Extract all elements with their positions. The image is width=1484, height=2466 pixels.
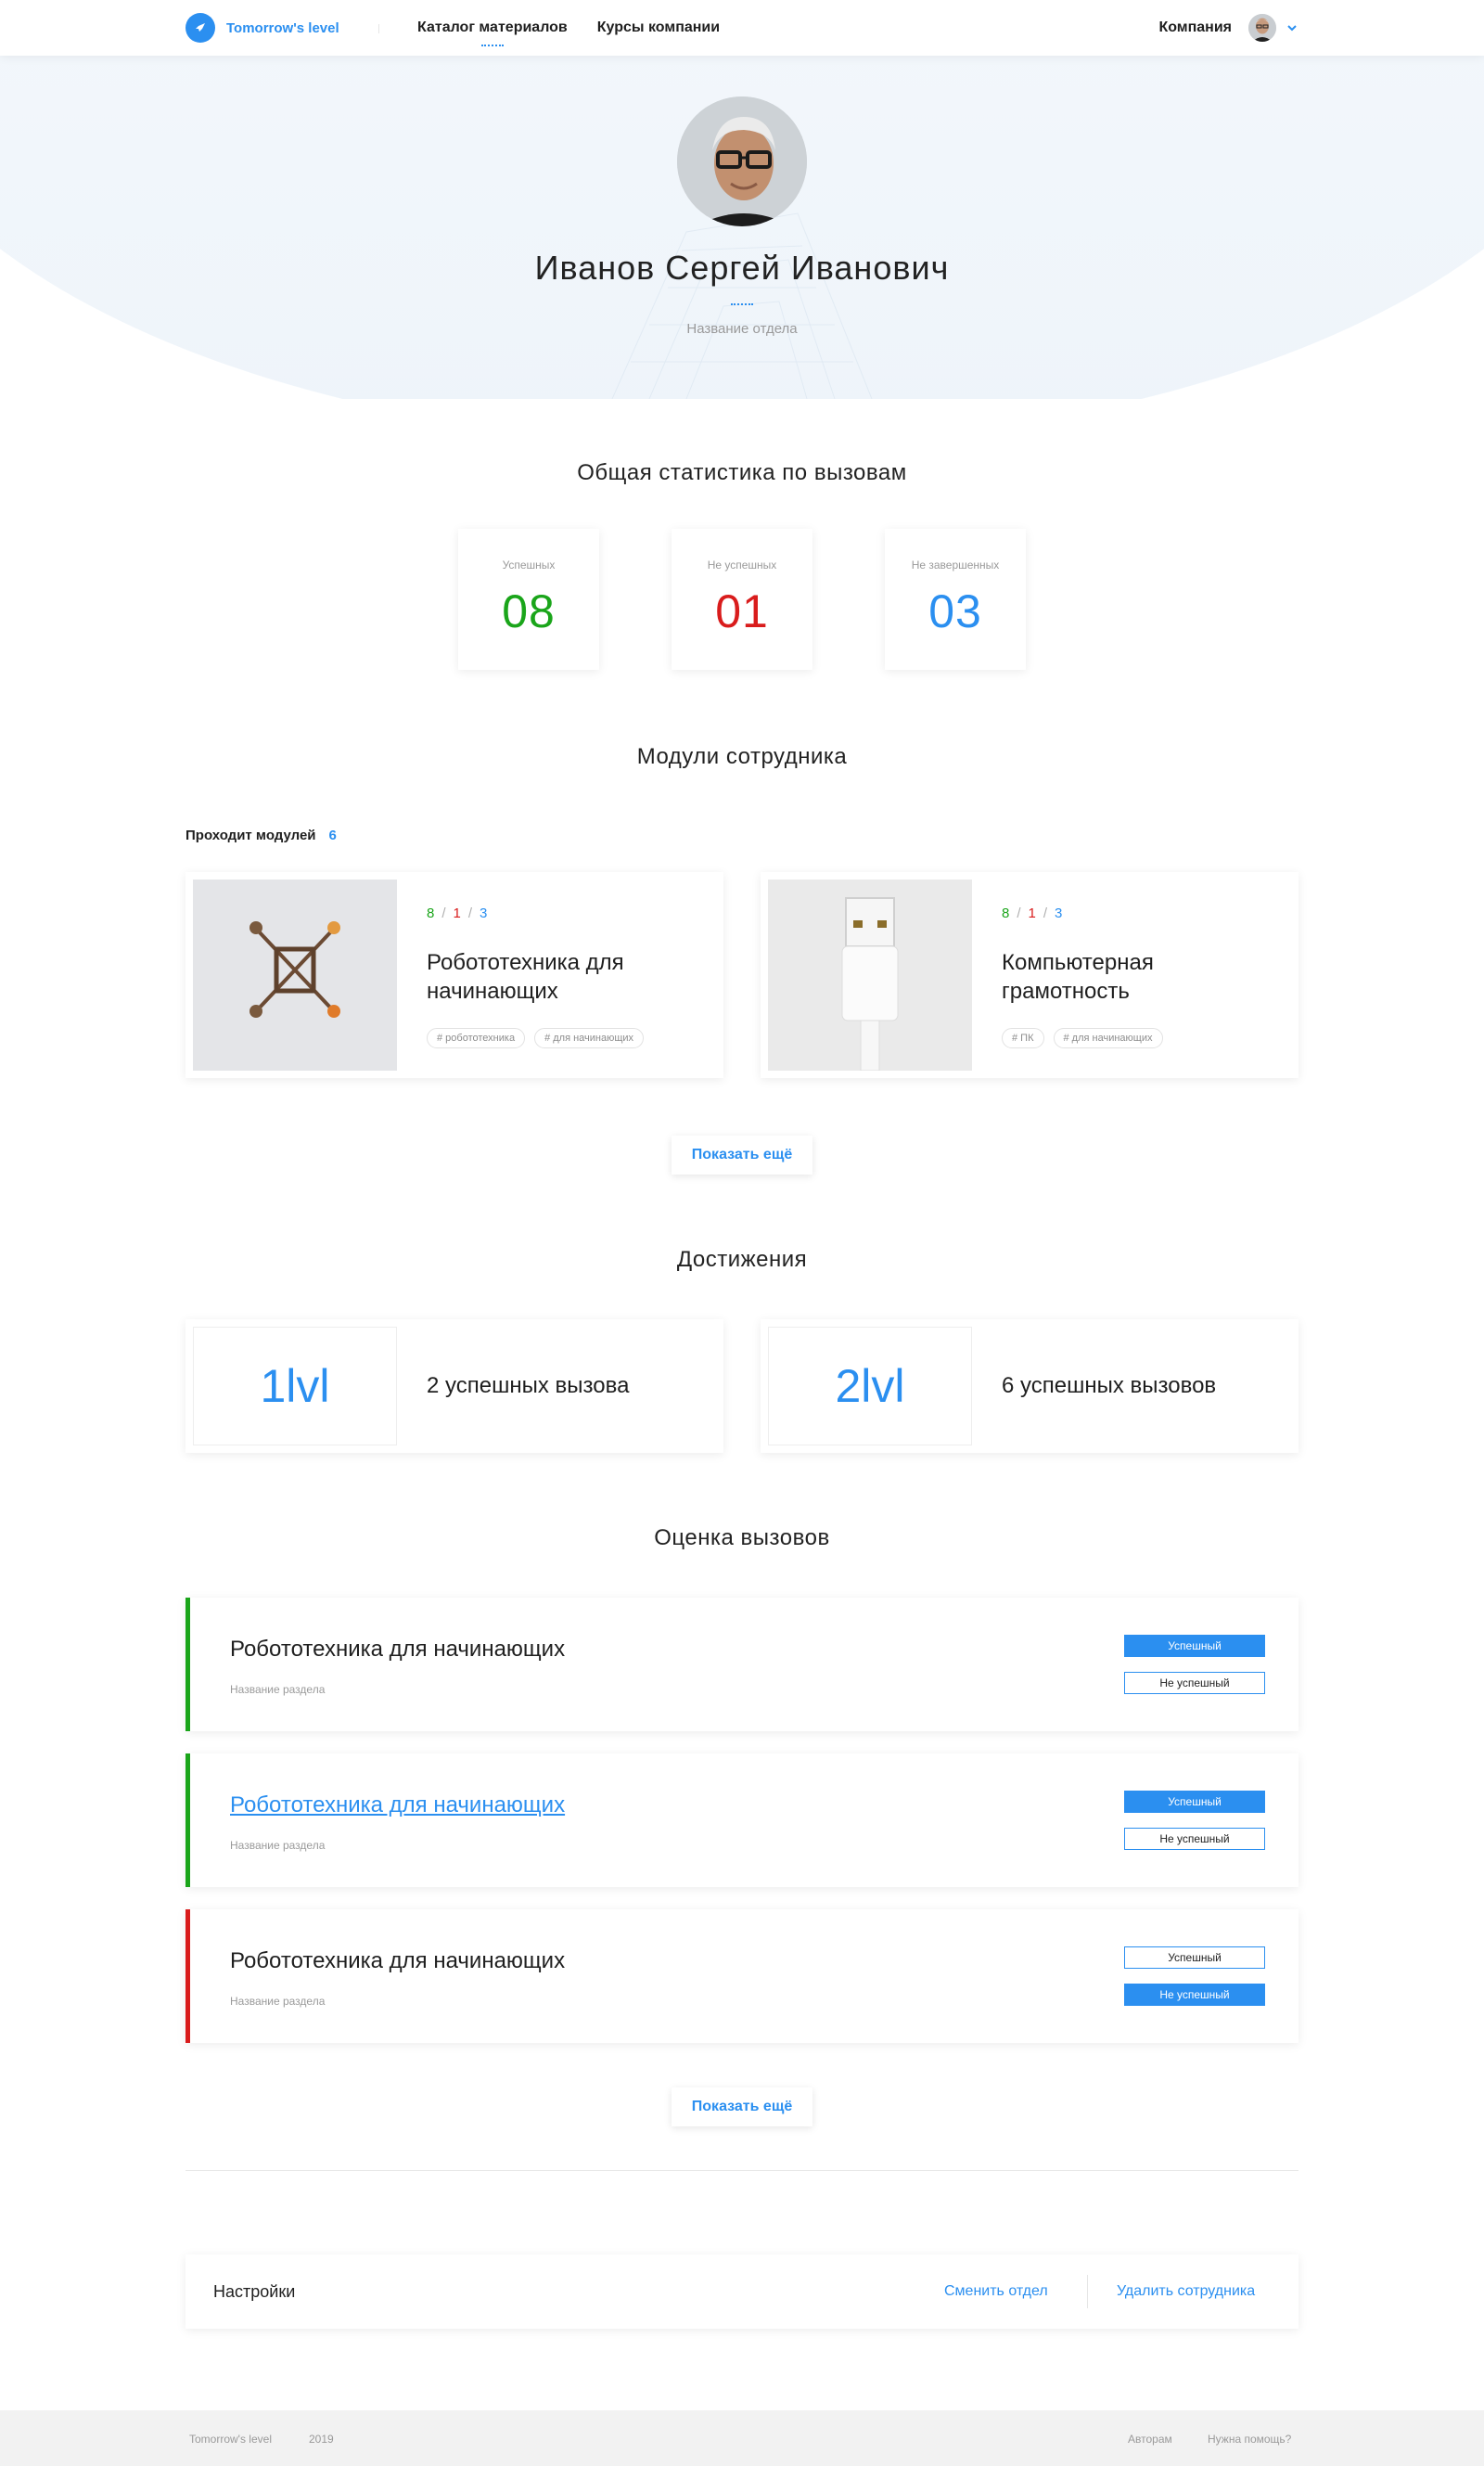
stat-card-pending: Не завершенных 03 [885, 529, 1026, 670]
main-nav: Каталог материалов Курсы компании [417, 0, 749, 56]
module-success-count: 8 [1002, 905, 1010, 921]
change-department-link[interactable]: Сменить отдел [944, 2283, 1048, 2300]
modules-count-label: Проходит модулей [186, 828, 316, 843]
stat-value: 01 [715, 585, 769, 637]
achievement-text: 6 успешных вызовов [1002, 1373, 1217, 1398]
evaluations-title: Оценка вызовов [654, 1525, 830, 1550]
status-bar [186, 1753, 190, 1887]
show-more-modules-button[interactable]: Показать ещё [672, 1136, 812, 1175]
rocket-icon [186, 13, 215, 43]
module-counts: 8/1/3 [427, 905, 488, 921]
module-fail-count: 1 [453, 905, 461, 921]
stat-label: Успешных [502, 559, 556, 572]
stat-label: Не успешных [707, 559, 777, 572]
profile-avatar [677, 96, 807, 226]
module-tags: # ПК # для начинающих [1002, 1028, 1172, 1048]
chevron-down-icon[interactable] [1286, 21, 1298, 34]
avatar[interactable] [1248, 14, 1276, 42]
settings-divider [1087, 2275, 1088, 2308]
company-label: Компания [1158, 19, 1232, 35]
stat-value: 03 [928, 585, 982, 637]
department-name: Название отдела [686, 321, 798, 337]
settings-panel: Настройки Сменить отдел Удалить сотрудни… [186, 2254, 1298, 2329]
nav-company-courses[interactable]: Курсы компании [597, 0, 720, 56]
evaluation-card: Робототехника для начинающих Название ра… [186, 1909, 1298, 2043]
module-pending-count: 3 [1055, 905, 1063, 921]
stats-title: Общая статистика по вызовам [577, 460, 907, 485]
settings-title: Настройки [213, 2282, 296, 2301]
top-header: Tomorrow's level Каталог материалов Курс… [0, 0, 1484, 56]
achievement-level: 1lvl [193, 1327, 397, 1445]
evaluation-title[interactable]: Робототехника для начинающих [230, 1637, 565, 1663]
footer-brand: Tomorrow's level [189, 2433, 272, 2446]
achievements-title: Достижения [676, 1247, 808, 1272]
achievement-card: 2lvl 6 успешных вызовов [761, 1319, 1298, 1453]
evaluation-card: Робототехника для начинающих Название ра… [186, 1598, 1298, 1731]
evaluation-section: Название раздела [230, 1839, 326, 1852]
achievement-level: 2lvl [768, 1327, 972, 1445]
modules-count: Проходит модулей 6 [186, 828, 337, 843]
evaluation-card: Робототехника для начинающих Название ра… [186, 1753, 1298, 1887]
company-menu[interactable]: Компания [1158, 0, 1298, 56]
nav-catalog[interactable]: Каталог материалов [417, 0, 568, 56]
logo[interactable]: Tomorrow's level [186, 13, 339, 43]
success-button[interactable]: Успешный [1124, 1946, 1265, 1969]
success-button[interactable]: Успешный [1124, 1791, 1265, 1813]
module-card[interactable]: 8/1/3 Робототехника для начинающих # роб… [186, 872, 723, 1078]
module-pending-count: 3 [480, 905, 488, 921]
evaluation-title[interactable]: Робототехника для начинающих [230, 1948, 565, 1974]
module-success-count: 8 [427, 905, 435, 921]
footer-authors-link[interactable]: Авторам [1128, 2433, 1172, 2446]
tag[interactable]: # ПК [1002, 1028, 1044, 1048]
evaluation-section: Название раздела [230, 1683, 326, 1696]
footer-year: 2019 [309, 2433, 334, 2446]
module-tags: # робототехника # для начинающих [427, 1028, 653, 1048]
profile-name: Иванов Сергей Иванович [534, 249, 950, 287]
logo-text: Tomorrow's level [226, 19, 339, 36]
stat-label: Не завершенных [911, 559, 1000, 572]
achievement-card: 1lvl 2 успешных вызова [186, 1319, 723, 1453]
drone-image [193, 880, 397, 1071]
modules-count-number: 6 [328, 828, 337, 843]
stat-card-fail: Не успешных 01 [672, 529, 812, 670]
stat-card-success: Успешных 08 [458, 529, 599, 670]
status-bar [186, 1598, 190, 1731]
fail-button[interactable]: Не успешный [1124, 1828, 1265, 1850]
status-bar [186, 1909, 190, 2043]
success-button[interactable]: Успешный [1124, 1635, 1265, 1657]
delete-employee-link[interactable]: Удалить сотрудника [1117, 2283, 1255, 2300]
tag[interactable]: # робототехника [427, 1028, 526, 1048]
evaluation-section: Название раздела [230, 1995, 326, 2008]
show-more-evaluations-button[interactable]: Показать ещё [672, 2087, 812, 2126]
usb-cable-image [768, 880, 972, 1071]
fail-button[interactable]: Не успешный [1124, 1984, 1265, 2006]
evaluation-title-link[interactable]: Робототехника для начинающих [230, 1792, 565, 1818]
module-card[interactable]: 8/1/3 Компьютерная грамотность # ПК # дл… [761, 872, 1298, 1078]
modules-title: Модули сотрудника [636, 744, 848, 769]
stat-value: 08 [502, 585, 556, 637]
module-fail-count: 1 [1028, 905, 1036, 921]
fail-button[interactable]: Не успешный [1124, 1672, 1265, 1694]
module-title[interactable]: Компьютерная грамотность [1002, 948, 1280, 1006]
tag[interactable]: # для начинающих [534, 1028, 645, 1048]
name-underline-dots [731, 303, 753, 305]
footer: Tomorrow's level 2019 Авторам Нужна помо… [0, 2410, 1484, 2466]
tag[interactable]: # для начинающих [1053, 1028, 1163, 1048]
module-counts: 8/1/3 [1002, 905, 1063, 921]
footer-help-link[interactable]: Нужна помощь? [1208, 2433, 1291, 2446]
module-title[interactable]: Робототехника для начинающих [427, 948, 705, 1006]
achievement-text: 2 успешных вызова [427, 1373, 630, 1398]
header-divider [378, 24, 379, 33]
section-divider [186, 2170, 1298, 2171]
